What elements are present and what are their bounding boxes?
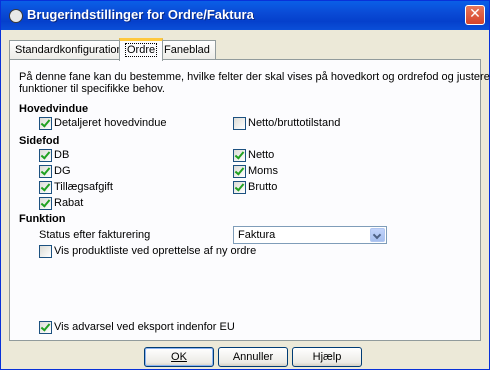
produktliste-checkbox[interactable] — [39, 245, 52, 258]
sidefod-header: Sidefod — [19, 135, 60, 147]
rabat-checkbox[interactable] — [39, 197, 52, 210]
title-bar[interactable]: Brugerindstillinger for Ordre/Faktura ✕ — [1, 1, 489, 30]
detaljeret-hovedvindue-label[interactable]: Detaljeret hovedvindue — [54, 117, 167, 129]
tillaegsafgift-checkbox[interactable] — [39, 181, 52, 194]
eu-advarsel-label[interactable]: Vis advarsel ved eksport indenfor EU — [54, 321, 235, 333]
netto-bruttotilstand-label[interactable]: Netto/bruttotilstand — [248, 117, 340, 129]
intro-text-line2: funktioner til specifikke behov. — [19, 83, 165, 95]
detaljeret-hovedvindue-checkbox[interactable] — [39, 117, 52, 130]
tab-label: Ordre — [125, 43, 158, 57]
tillaegsafgift-label[interactable]: Tillægsafgift — [54, 181, 113, 193]
funktion-header: Funktion — [19, 213, 66, 225]
brutto-checkbox[interactable] — [233, 181, 246, 194]
status-efter-fakturering-select[interactable]: Faktura — [233, 226, 387, 244]
help-button[interactable]: Hjælp — [292, 347, 362, 367]
tab-label: Standardkonfiguration — [15, 44, 123, 56]
moms-checkbox[interactable] — [233, 165, 246, 178]
app-icon — [9, 9, 23, 23]
status-select-value: Faktura — [238, 229, 276, 241]
tab-standardkonfiguration[interactable]: Standardkonfiguration — [9, 40, 129, 60]
tab-faneblad[interactable]: Faneblad — [158, 40, 216, 60]
netto-label[interactable]: Netto — [248, 149, 274, 161]
tab-label: Faneblad — [164, 44, 210, 56]
status-efter-fakturering-label: Status efter fakturering — [39, 229, 151, 241]
hovedvindue-header: Hovedvindue — [19, 103, 89, 115]
dg-checkbox[interactable] — [39, 165, 52, 178]
help-button-label: Hjælp — [312, 351, 342, 363]
db-label[interactable]: DB — [54, 149, 69, 161]
ok-button-label: OK — [171, 351, 187, 363]
moms-label[interactable]: Moms — [248, 165, 278, 177]
window-title: Brugerindstillinger for Ordre/Faktura — [27, 7, 254, 22]
db-checkbox[interactable] — [39, 149, 52, 162]
cancel-button-label: Annuller — [232, 351, 274, 363]
cancel-button[interactable]: Annuller — [218, 347, 288, 367]
close-icon: ✕ — [469, 6, 481, 22]
close-button[interactable]: ✕ — [465, 5, 485, 25]
ok-button[interactable]: OK — [144, 347, 214, 367]
netto-checkbox[interactable] — [233, 149, 246, 162]
brutto-label[interactable]: Brutto — [248, 181, 277, 193]
netto-bruttotilstand-checkbox[interactable] — [233, 117, 246, 130]
dg-label[interactable]: DG — [54, 165, 71, 177]
produktliste-label[interactable]: Vis produktliste ved oprettelse af ny or… — [54, 245, 256, 257]
rabat-label[interactable]: Rabat — [54, 197, 83, 209]
dialog-window: Brugerindstillinger for Ordre/Faktura ✕ … — [0, 0, 490, 370]
eu-advarsel-checkbox[interactable] — [39, 321, 52, 334]
chevron-down-icon[interactable] — [370, 228, 385, 242]
intro-text-line1: På denne fane kan du bestemme, hvilke fe… — [19, 71, 490, 83]
tab-ordre[interactable]: Ordre — [119, 38, 164, 61]
